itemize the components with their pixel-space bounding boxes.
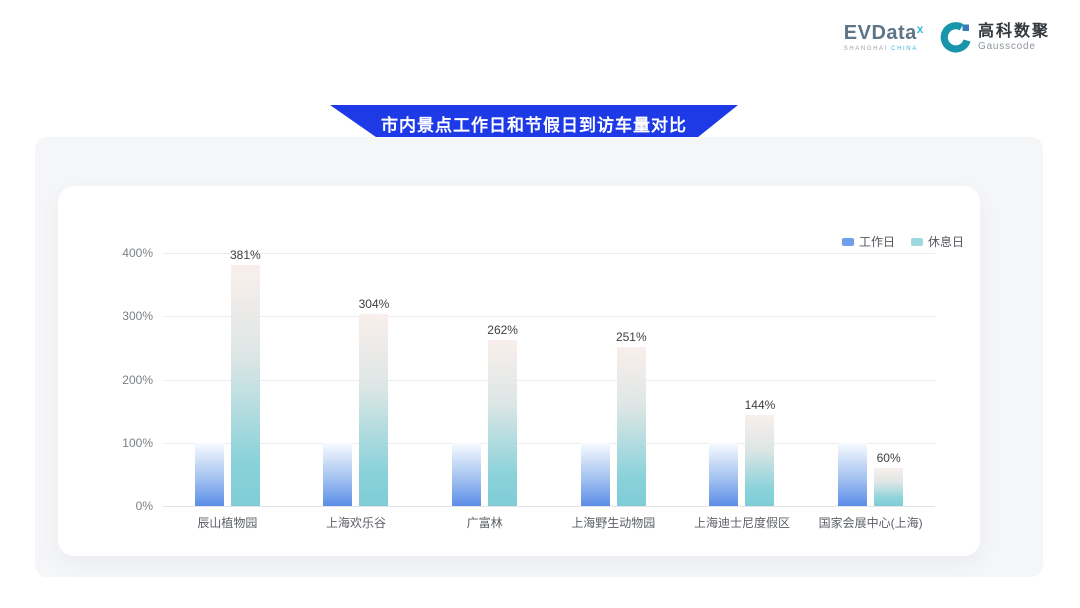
evdata-logo: EVDatax SHANGHAI CHINA [844, 23, 924, 52]
page: EVDatax SHANGHAI CHINA 高科数聚 Gausscode 市内… [0, 0, 1080, 608]
bar-groups: 381%辰山植物园 304%上海欢乐谷 262%广富林 251%上海野生动物园 144%… [163, 253, 935, 506]
header-logos: EVDatax SHANGHAI CHINA 高科数聚 Gausscode [844, 22, 1050, 53]
bar-chart: 400%300%200%100%0%381%辰山植物园304%上海欢乐谷262%… [163, 253, 935, 506]
y-axis-label: 300% [122, 309, 153, 323]
chart-panel: 工作日休息日 400%300%200%100%0%381%辰山植物园304%上海… [35, 137, 1043, 577]
bar-工作日 [323, 443, 352, 506]
bar-工作日 [581, 443, 610, 506]
evdata-wordmark: EVDatax [844, 23, 924, 43]
legend-item-休息日[interactable]: 休息日 [911, 233, 964, 250]
bar-pair: 60% [838, 253, 903, 506]
bar-工作日 [838, 443, 867, 506]
bar-group: 304%上海欢乐谷 [323, 253, 388, 506]
evdata-subtext-china: CHINA [891, 46, 918, 52]
bar-休息日: 304% [359, 314, 388, 506]
category-label: 上海野生动物园 [571, 514, 655, 531]
value-label: 251% [616, 330, 647, 344]
category-label: 辰山植物园 [197, 514, 257, 531]
bar-工作日 [195, 443, 224, 506]
bar-pair: 262% [452, 253, 517, 506]
bar-group: 262%广富林 [452, 253, 517, 506]
value-label: 262% [487, 323, 518, 337]
gridline [163, 506, 935, 507]
legend-item-工作日[interactable]: 工作日 [842, 233, 895, 250]
page-title: 市内景点工作日和节假日到访车量对比 [381, 111, 687, 136]
bar-group: 251%上海野生动物园 [581, 253, 646, 506]
bar-pair: 251% [581, 253, 646, 506]
y-axis-label: 0% [136, 499, 153, 513]
evdata-x-superscript: x [917, 22, 924, 36]
bar-休息日: 144% [745, 415, 774, 506]
category-label: 上海欢乐谷 [326, 514, 386, 531]
value-label: 304% [359, 297, 390, 311]
value-label: 144% [745, 398, 776, 412]
value-label: 381% [230, 248, 261, 262]
bar-工作日 [452, 443, 481, 506]
category-label: 上海迪士尼度假区 [694, 514, 790, 531]
bar-group: 144%上海迪士尼度假区 [709, 253, 774, 506]
category-label: 国家会展中心(上海) [819, 514, 923, 531]
y-axis-label: 100% [122, 436, 153, 450]
bar-工作日 [709, 443, 738, 506]
category-label: 广富林 [467, 514, 503, 531]
legend-marker [842, 238, 854, 246]
bar-休息日: 60% [874, 468, 903, 506]
bar-休息日: 262% [488, 340, 517, 506]
value-label: 60% [877, 451, 901, 465]
chart-card: 工作日休息日 400%300%200%100%0%381%辰山植物园304%上海… [58, 186, 980, 556]
evdata-subtext-shanghai: SHANGHAI [844, 46, 891, 52]
evdata-subtext: SHANGHAI CHINA [844, 46, 918, 52]
bar-pair: 381% [195, 253, 260, 506]
y-axis-label: 200% [122, 373, 153, 387]
gausscode-en: Gausscode [978, 41, 1050, 52]
gausscode-cn: 高科数聚 [978, 23, 1050, 40]
bar-休息日: 251% [617, 347, 646, 506]
bar-休息日: 381% [231, 265, 260, 506]
gausscode-logo: 高科数聚 Gausscode [940, 22, 1050, 53]
legend-label: 工作日 [859, 233, 895, 250]
bar-pair: 304% [323, 253, 388, 506]
bar-group: 381%辰山植物园 [195, 253, 260, 506]
bar-pair: 144% [709, 253, 774, 506]
gausscode-text: 高科数聚 Gausscode [978, 23, 1050, 52]
bar-group: 60%国家会展中心(上海) [838, 253, 903, 506]
y-axis-label: 400% [122, 246, 153, 260]
legend-label: 休息日 [928, 233, 964, 250]
chart-legend: 工作日 休息日 [842, 233, 964, 250]
gausscode-icon [940, 22, 971, 53]
evdata-text: EVData [844, 22, 917, 44]
legend-marker [911, 238, 923, 246]
